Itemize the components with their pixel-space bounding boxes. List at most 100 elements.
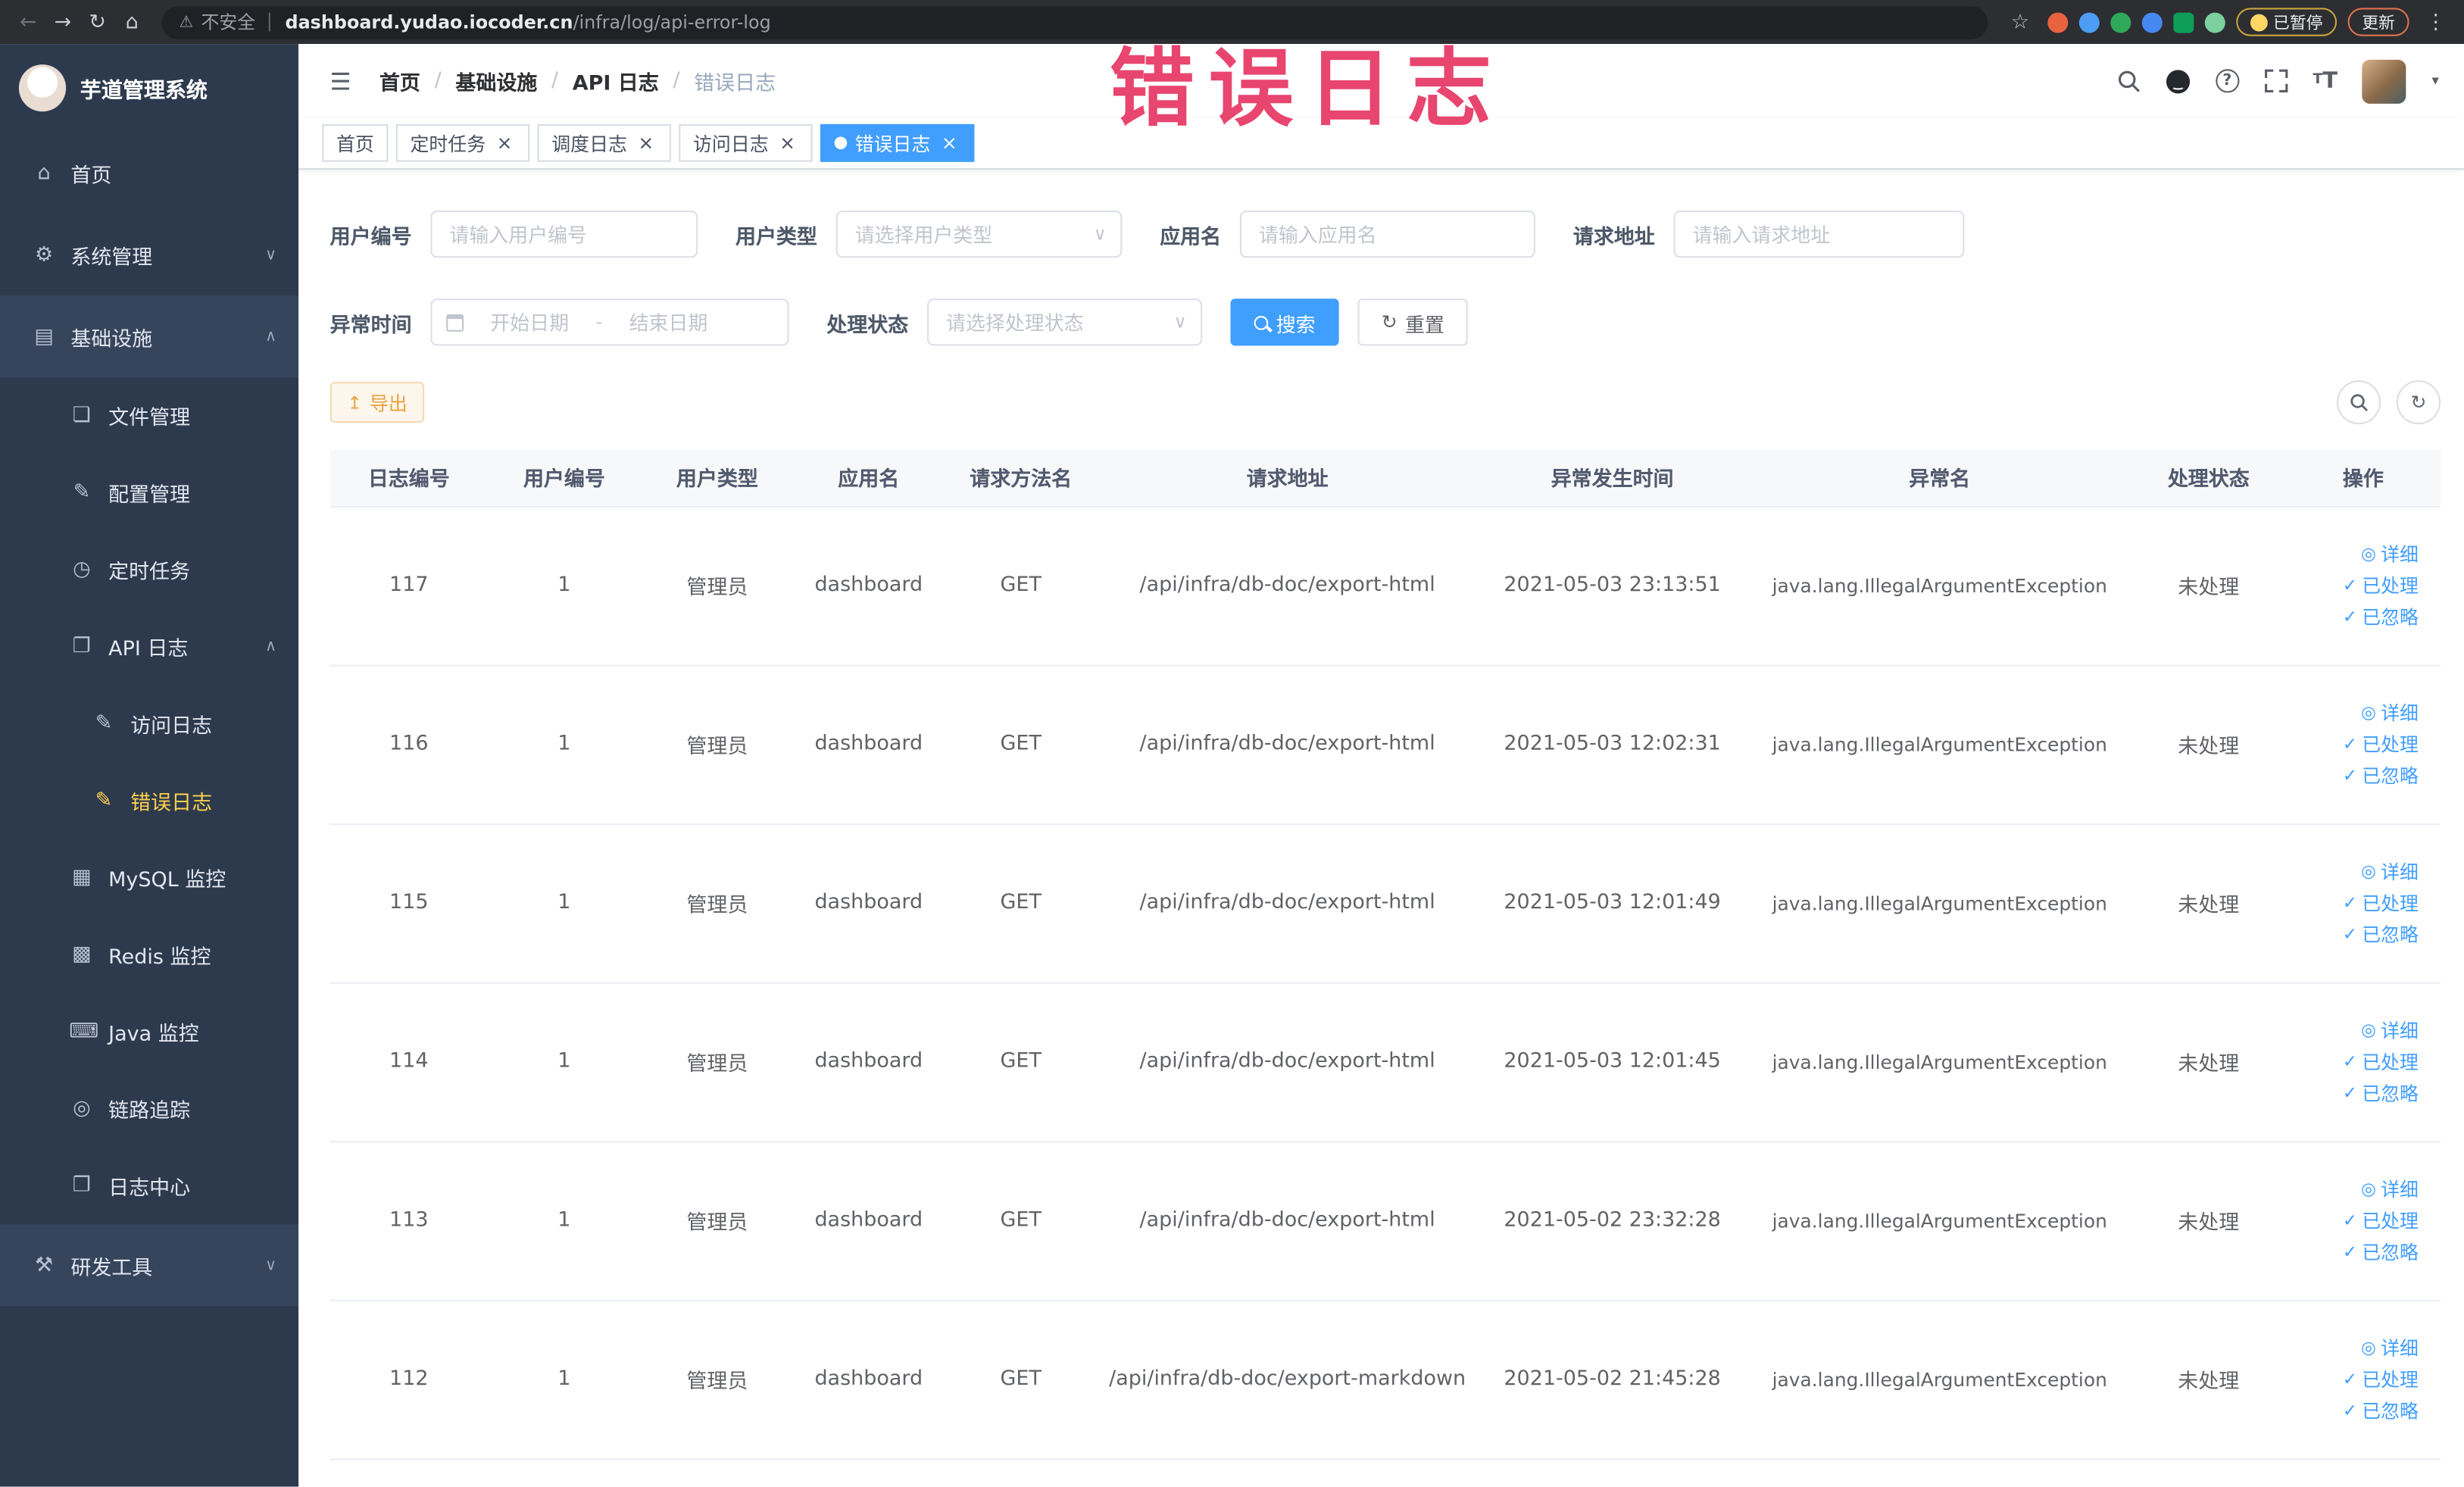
end-date-input[interactable] <box>608 310 729 334</box>
detail-link[interactable]: ◎ 详细 <box>2361 858 2419 885</box>
extension-icon-3[interactable] <box>2110 11 2131 33</box>
processed-link[interactable]: ✓ 已处理 <box>2343 889 2419 916</box>
paused-badge[interactable]: 已暂停 <box>2235 8 2338 36</box>
browser-extensions-area: ☆ 已暂停 更新 ⋮ <box>2004 6 2451 37</box>
browser-refresh-icon[interactable]: ↻ <box>82 6 113 37</box>
export-button[interactable]: ↥ 导出 <box>329 382 425 423</box>
ignored-link[interactable]: ✓ 已忽略 <box>2343 762 2419 789</box>
sidebar-item-file-management[interactable]: ❏ 文件管理 <box>0 377 298 455</box>
home-icon: ⌂ <box>37 161 51 185</box>
cell-exception: java.lang.IllegalArgumentException <box>1747 1299 2131 1460</box>
user-id-input[interactable] <box>430 211 698 258</box>
filter-label-exception-time: 异常时间 <box>329 313 412 338</box>
sidebar-item-infrastructure[interactable]: ▤ 基础设施 ∧ <box>0 295 299 377</box>
infrastructure-icon: ▤ <box>34 324 54 348</box>
cell-actions: ◎ 详细 ✓ 已处理 ✓ 已忽略 <box>2285 982 2441 1142</box>
tab-scheduled-jobs[interactable]: 定时任务 × <box>395 123 530 162</box>
bookmark-star-icon[interactable]: ☆ <box>2004 6 2035 37</box>
refresh-table-button[interactable]: ↻ <box>2396 380 2441 425</box>
check-icon: ✓ <box>2342 1242 2358 1262</box>
tab-error-log[interactable]: 错误日志 × <box>820 123 975 162</box>
breadcrumb-api-log[interactable]: API 日志 <box>573 66 659 95</box>
sidebar-item-access-log[interactable]: ✎ 访问日志 <box>0 686 298 763</box>
sidebar-item-java-monitor[interactable]: ⌨ Java 监控 <box>0 993 298 1070</box>
toggle-search-button[interactable] <box>2337 380 2381 425</box>
avatar-caret-icon[interactable]: ▾ <box>2432 73 2439 89</box>
extension-icon-4[interactable] <box>2141 11 2162 33</box>
detail-link[interactable]: ◎ 详细 <box>2361 1334 2419 1360</box>
detail-link[interactable]: ◎ 详细 <box>2361 1017 2419 1043</box>
extension-icon-6[interactable] <box>2203 11 2225 33</box>
sidebar-item-redis-monitor[interactable]: ▩ Redis 监控 <box>0 917 298 994</box>
cell-time: 2021-05-03 12:01:45 <box>1476 982 1748 1142</box>
request-url-input[interactable] <box>1673 211 1965 258</box>
help-icon[interactable]: ? <box>2215 69 2239 93</box>
ignored-link[interactable]: ✓ 已忽略 <box>2343 921 2419 948</box>
close-icon[interactable]: × <box>635 132 657 154</box>
extension-icon-5[interactable] <box>2172 11 2194 33</box>
user-type-select[interactable]: ∨ <box>835 211 1123 258</box>
tab-dispatch-log[interactable]: 调度日志 × <box>537 123 671 162</box>
sidebar-item-error-log[interactable]: ✎ 错误日志 <box>0 762 298 839</box>
detail-link[interactable]: ◎ 详细 <box>2361 1176 2419 1202</box>
ignored-link[interactable]: ✓ 已忽略 <box>2343 604 2419 630</box>
update-button[interactable]: 更新 <box>2347 8 2409 36</box>
sidebar-item-api-log[interactable]: ❐ API 日志 ∧ <box>0 608 298 686</box>
chevron-up-icon: ∧ <box>264 638 277 656</box>
ignored-link[interactable]: ✓ 已忽略 <box>2343 1397 2419 1423</box>
sidebar-item-scheduled-jobs[interactable]: ◷ 定时任务 <box>0 531 298 608</box>
processed-link[interactable]: ✓ 已处理 <box>2343 572 2419 598</box>
sidebar-item-dev-tools[interactable]: ⚒ 研发工具 ∨ <box>0 1224 299 1307</box>
exception-time-range[interactable]: - <box>430 298 789 346</box>
processed-link[interactable]: ✓ 已处理 <box>2343 1048 2419 1075</box>
sidebar-item-label: 研发工具 <box>70 1256 153 1280</box>
table-row: 116 1 管理员 dashboard GET /api/infra/db-do… <box>329 664 2441 825</box>
extension-icon-1[interactable] <box>2047 11 2068 33</box>
tab-home[interactable]: 首页 <box>322 123 389 162</box>
app-name-input[interactable] <box>1240 211 1536 258</box>
processed-link[interactable]: ✓ 已处理 <box>2343 731 2419 758</box>
user-type-select-input[interactable] <box>835 211 1123 258</box>
start-date-input[interactable] <box>470 310 590 334</box>
ignored-link[interactable]: ✓ 已忽略 <box>2343 1239 2419 1265</box>
sidebar-item-system[interactable]: ⚙ 系统管理 ∨ <box>0 214 298 295</box>
sidebar-item-mysql-monitor[interactable]: ▦ MySQL 监控 <box>0 839 298 917</box>
breadcrumb-infrastructure[interactable]: 基础设施 <box>455 66 537 95</box>
log-icon: ✎ <box>95 711 113 736</box>
hamburger-icon[interactable]: ☰ <box>317 67 364 95</box>
avatar[interactable] <box>2363 58 2407 103</box>
fullscreen-icon[interactable] <box>2264 69 2288 93</box>
process-status-select[interactable]: ∨ <box>927 298 1203 346</box>
ignored-link[interactable]: ✓ 已忽略 <box>2343 1079 2419 1106</box>
browser-home-icon[interactable]: ⌂ <box>117 6 148 37</box>
error-log-table: 日志编号 用户编号 用户类型 应用名 请求方法名 请求地址 异常发生时间 异常名… <box>329 449 2441 1460</box>
table-tools: ↻ <box>2337 380 2441 425</box>
detail-link[interactable]: ◎ 详细 <box>2361 699 2419 726</box>
search-button[interactable]: 搜索 <box>1230 298 1339 346</box>
tab-access-log[interactable]: 访问日志 × <box>679 123 813 162</box>
breadcrumb-home[interactable]: 首页 <box>379 66 420 95</box>
processed-link[interactable]: ✓ 已处理 <box>2343 1366 2419 1392</box>
font-size-icon[interactable]: TT <box>2313 68 2338 93</box>
browser-address-bar[interactable]: ⚠ 不安全 dashboard.yudao.iocoder.cn/infra/l… <box>161 5 1988 39</box>
sidebar-item-log-center[interactable]: ❒ 日志中心 <box>0 1148 298 1225</box>
logo[interactable]: 芋道管理系统 <box>0 44 298 132</box>
sidebar-item-label: 系统管理 <box>70 245 153 270</box>
processed-link[interactable]: ✓ 已处理 <box>2343 1207 2419 1233</box>
extension-icon-2[interactable] <box>2078 11 2099 33</box>
sidebar-item-config-management[interactable]: ✎ 配置管理 <box>0 455 298 532</box>
close-icon[interactable]: × <box>776 132 798 154</box>
close-icon[interactable]: × <box>938 132 960 154</box>
detail-link[interactable]: ◎ 详细 <box>2361 541 2419 567</box>
browser-forward-icon[interactable]: → <box>47 6 78 37</box>
sidebar-item-home[interactable]: ⌂ 首页 <box>0 132 298 214</box>
search-icon[interactable] <box>2116 69 2140 92</box>
reset-button[interactable]: ↻ 重置 <box>1357 298 1469 346</box>
browser-back-icon[interactable]: ← <box>13 6 44 37</box>
github-icon[interactable] <box>2165 68 2190 93</box>
browser-menu-icon[interactable]: ⋮ <box>2420 6 2451 37</box>
sidebar-item-trace[interactable]: ◎ 链路追踪 <box>0 1070 298 1148</box>
close-icon[interactable]: × <box>494 132 516 154</box>
table-row: 117 1 管理员 dashboard GET /api/infra/db-do… <box>329 506 2441 666</box>
process-status-select-input[interactable] <box>927 298 1203 346</box>
